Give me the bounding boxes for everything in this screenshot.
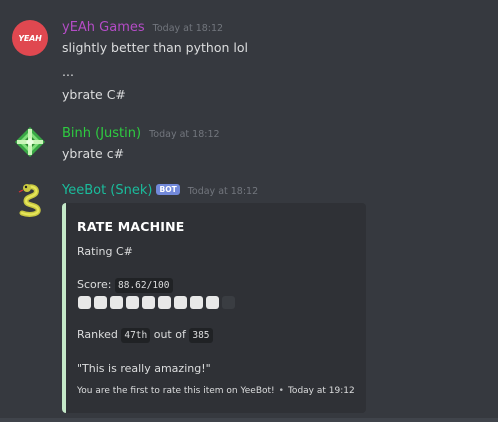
rank-line: Ranked 47th out of 385 <box>77 328 213 343</box>
rank-value: 47th <box>121 328 151 343</box>
message-text: ybrate C# <box>62 87 126 102</box>
embed-footer: You are the first to rate this item on Y… <box>77 386 355 396</box>
embed-quote: "This is really amazing!" <box>77 362 211 375</box>
message-header: YeeBot (Snek) BOT Today at 18:12 <box>62 183 258 198</box>
message-header: Binh (Justin) Today at 18:12 <box>62 126 220 141</box>
timestamp: Today at 18:12 <box>187 186 259 197</box>
score-cell-filled <box>190 296 203 309</box>
score-cell-filled <box>142 296 155 309</box>
avatar[interactable]: YEAH <box>12 20 48 56</box>
score-cell-filled <box>174 296 187 309</box>
footer-timestamp: Today at 19:12 <box>287 386 355 396</box>
avatar[interactable] <box>12 182 48 218</box>
green-diamond-icon <box>15 127 45 157</box>
score-cell-filled <box>78 296 91 309</box>
out-of-label: out of <box>153 328 186 341</box>
footer-separator: • <box>278 386 284 396</box>
rate-embed: RATE MACHINE Rating C# Score: 88.62/100 … <box>62 203 366 413</box>
score-cell-filled <box>206 296 219 309</box>
avatar[interactable] <box>12 124 48 160</box>
username[interactable]: yEAh Games <box>62 20 145 35</box>
score-cell-filled <box>110 296 123 309</box>
score-cell-filled <box>126 296 139 309</box>
ranked-label: Ranked <box>77 328 118 341</box>
bot-badge: BOT <box>156 184 180 195</box>
message-text: slightly better than python lol <box>62 40 248 55</box>
embed-subtitle: Rating C# <box>77 245 133 258</box>
scrollbar-track[interactable] <box>0 418 498 422</box>
timestamp: Today at 18:12 <box>149 129 220 140</box>
snake-icon <box>18 184 41 217</box>
message-header: yEAh Games Today at 18:12 <box>62 20 223 35</box>
score-cell-filled <box>158 296 171 309</box>
score-cell-empty <box>222 296 235 309</box>
embed-title: RATE MACHINE <box>77 219 185 234</box>
username[interactable]: YeeBot (Snek) <box>62 183 152 198</box>
total-value: 385 <box>189 328 213 343</box>
footer-text: You are the first to rate this item on Y… <box>77 386 275 396</box>
timestamp: Today at 18:12 <box>152 23 224 34</box>
message-text: ... <box>62 64 74 79</box>
score-line: Score: 88.62/100 <box>77 278 173 293</box>
score-label: Score: <box>77 278 112 291</box>
score-cell-filled <box>94 296 107 309</box>
score-value: 88.62/100 <box>115 278 173 293</box>
score-bar <box>78 296 235 309</box>
avatar-text: YEAH <box>18 33 42 43</box>
message-text: ybrate c# <box>62 146 125 161</box>
username[interactable]: Binh (Justin) <box>62 126 141 141</box>
